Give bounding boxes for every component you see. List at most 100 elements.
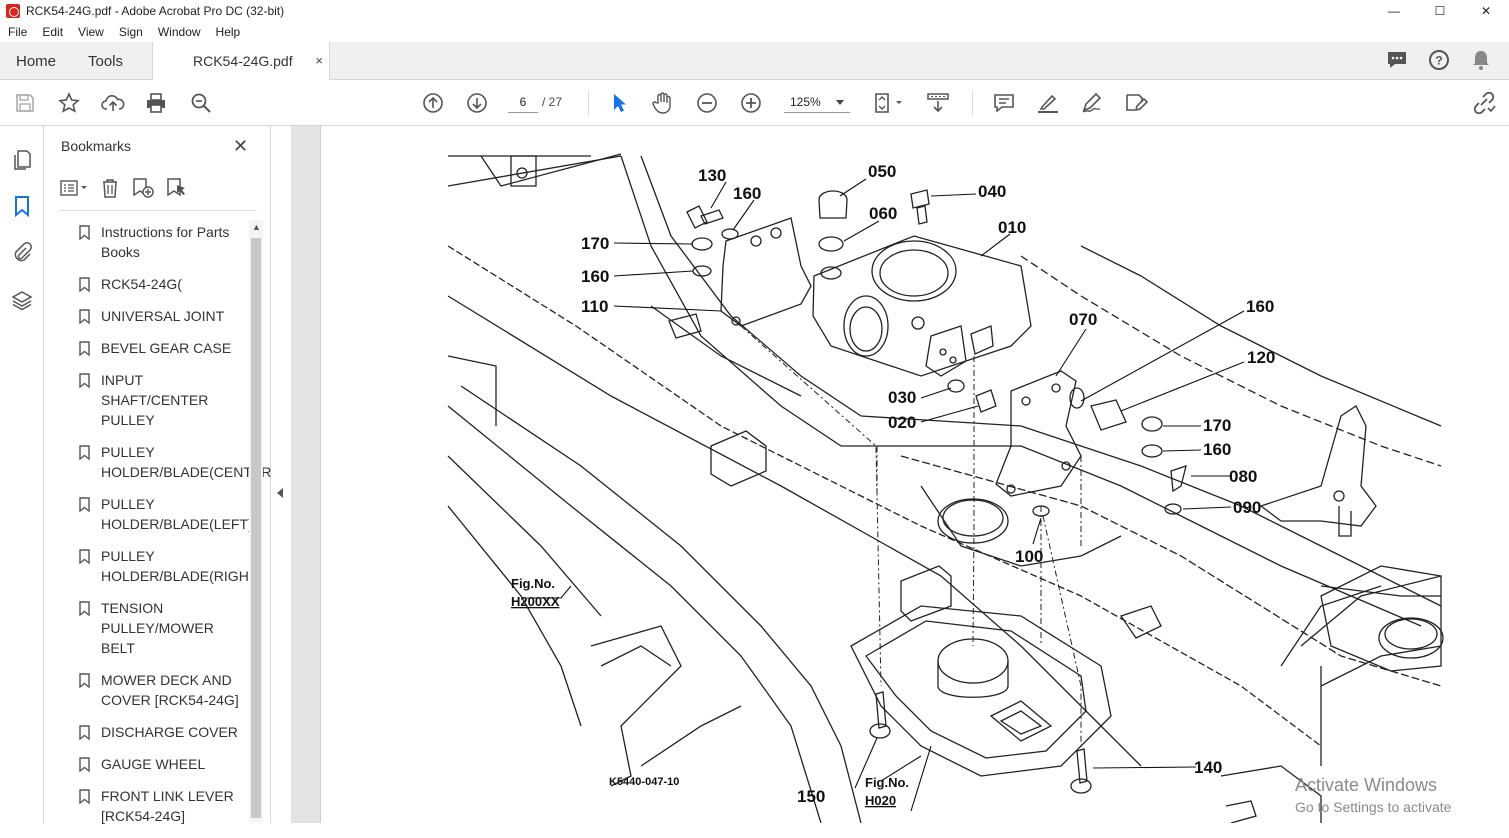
acrobat-app-icon [6,4,20,18]
notification-bell-icon[interactable] [1469,48,1493,72]
part-label-110: 110 [581,297,608,316]
layers-icon[interactable] [10,288,34,312]
exploded-parts-drawing: 130 160 050 040 060 010 170 160 110 070 … [447,153,1444,823]
scroll-mode-icon[interactable] [926,91,950,115]
comment-share-icon[interactable] [1385,48,1409,72]
menu-sign[interactable]: Sign [111,25,150,39]
part-label-050: 050 [868,162,896,181]
part-label-150: 150 [797,787,825,806]
tab-tools[interactable]: Tools [88,42,123,80]
bookmark-icon [79,341,90,356]
bookmark-label: TENSION PULLEY/MOWER BELT [101,600,214,656]
help-icon[interactable]: ? [1427,48,1451,72]
menu-window[interactable]: Window [150,25,208,39]
part-label-140: 140 [1194,758,1222,777]
draw-sign-icon[interactable] [1080,91,1104,115]
minimize-button[interactable]: — [1371,0,1417,22]
bookmark-icon [79,549,90,564]
bookmarks-scrollbar-thumb[interactable] [251,238,261,818]
collapse-left-arrow-icon [277,488,283,498]
share-link-icon[interactable] [1472,91,1496,115]
zoom-out-icon[interactable] [695,91,719,115]
tab-home[interactable]: Home [16,42,56,80]
bookmark-icon [79,725,90,740]
fit-page-icon[interactable] [872,91,906,115]
page-thumbnails-icon[interactable] [10,148,34,172]
document-viewer[interactable]: 130 160 050 040 060 010 170 160 110 070 … [291,126,1509,823]
bookmark-item[interactable]: MOWER DECK AND COVER [RCK54-24G] [75,670,245,710]
tab-document[interactable]: RCK54-24G.pdf × [152,42,330,80]
bookmark-item[interactable]: Instructions for Parts Books [75,222,245,262]
bookmark-item[interactable]: INPUT SHAFT/CENTER PULLEY [75,370,245,430]
upload-cloud-icon[interactable] [101,91,125,115]
bookmark-item[interactable]: RCK54-24G( [75,274,245,294]
delete-bookmark-icon[interactable] [99,177,121,202]
bookmark-item[interactable]: GAUGE WHEEL [75,754,245,774]
bookmark-options-icon[interactable] [59,179,89,200]
bookmark-label: BEVEL GEAR CASE [101,340,232,356]
part-label-060: 060 [869,204,897,223]
bookmark-item[interactable]: PULLEY HOLDER/BLADE(LEFT) [75,494,253,534]
bookmark-label: UNIVERSAL JOINT [101,308,225,324]
collapse-panel-handle[interactable] [271,126,291,823]
bookmark-label: Instructions for Parts Books [101,224,230,260]
window-title: RCK54-24G.pdf - Adobe Acrobat Pro DC (32… [26,4,285,18]
title-bar: RCK54-24G.pdf - Adobe Acrobat Pro DC (32… [0,0,1509,22]
bookmark-item[interactable]: FRONT LINK LEVER [RCK54-24G] [75,786,245,826]
tab-close-button[interactable]: × [315,53,323,68]
hand-tool-icon[interactable] [651,91,675,115]
previous-page-icon[interactable] [421,91,445,115]
bookmark-item[interactable]: TENSION PULLEY/MOWER BELT [75,598,245,658]
bookmark-item[interactable]: PULLEY HOLDER/BLADE(CENTER) [75,442,276,482]
bookmark-star-icon[interactable] [57,91,81,115]
menu-edit[interactable]: Edit [34,25,70,39]
scroll-up-arrow-icon[interactable]: ▲ [252,222,261,232]
bookmark-label: INPUT SHAFT/CENTER PULLEY [101,372,209,428]
zoom-in-icon[interactable] [739,91,763,115]
zoom-level-select[interactable]: 125% [784,91,850,113]
bookmark-item[interactable]: BEVEL GEAR CASE [75,338,245,358]
maximize-button[interactable]: ☐ [1417,0,1463,22]
bookmarks-toolbar [59,176,189,202]
menu-file[interactable]: File [0,25,34,39]
bookmark-from-selection-icon[interactable] [165,177,189,202]
next-page-icon[interactable] [465,91,489,115]
bookmark-icon [79,373,90,388]
part-label-130: 130 [698,166,726,185]
menu-bar: File Edit View Sign Window Help [0,22,1509,42]
new-bookmark-icon[interactable] [131,177,155,202]
bookmark-label: PULLEY HOLDER/BLADE(RIGHT) [101,548,263,584]
print-icon[interactable] [144,91,168,115]
bookmarks-title: Bookmarks [61,138,132,154]
menu-view[interactable]: View [70,25,111,39]
top-right-icons: ? [1385,48,1493,72]
page-number-input[interactable]: 6 [508,91,538,113]
close-panel-button[interactable]: ✕ [233,136,248,157]
fill-sign-icon[interactable] [1124,91,1148,115]
bookmark-item[interactable]: UNIVERSAL JOINT [75,306,245,326]
highlight-pen-icon[interactable] [1036,91,1060,115]
select-cursor-icon[interactable] [607,91,631,115]
activate-windows-watermark: Activate Windows Go to Settings to activ… [1295,774,1509,823]
bookmark-label: PULLEY HOLDER/BLADE(LEFT) [101,496,253,532]
part-label-010: 010 [998,218,1026,237]
left-navigation-rail [0,126,44,823]
find-zoom-icon[interactable] [189,91,213,115]
bookmark-item[interactable]: DISCHARGE COVER [75,722,245,742]
bookmark-icon [79,309,90,324]
bookmark-item[interactable]: PULLEY HOLDER/BLADE(RIGHT) [75,546,262,586]
bookmark-label: MOWER DECK AND COVER [RCK54-24G] [101,672,239,708]
menu-help[interactable]: Help [208,25,248,39]
tab-bar: Home Tools RCK54-24G.pdf × [0,42,1509,80]
fig-ref-bottom-number: H020 [865,793,896,808]
close-window-button[interactable]: ✕ [1463,0,1509,22]
bookmark-icon [79,277,90,292]
save-icon[interactable] [13,91,37,115]
bookmarks-panel-icon[interactable] [10,194,34,218]
fig-ref-left-label: Fig.No. [511,576,555,591]
toolbar-separator [588,90,589,116]
part-label-080: 080 [1229,467,1257,486]
comment-icon[interactable] [992,91,1016,115]
attachments-icon[interactable] [10,240,34,264]
part-label-020: 020 [888,413,916,432]
